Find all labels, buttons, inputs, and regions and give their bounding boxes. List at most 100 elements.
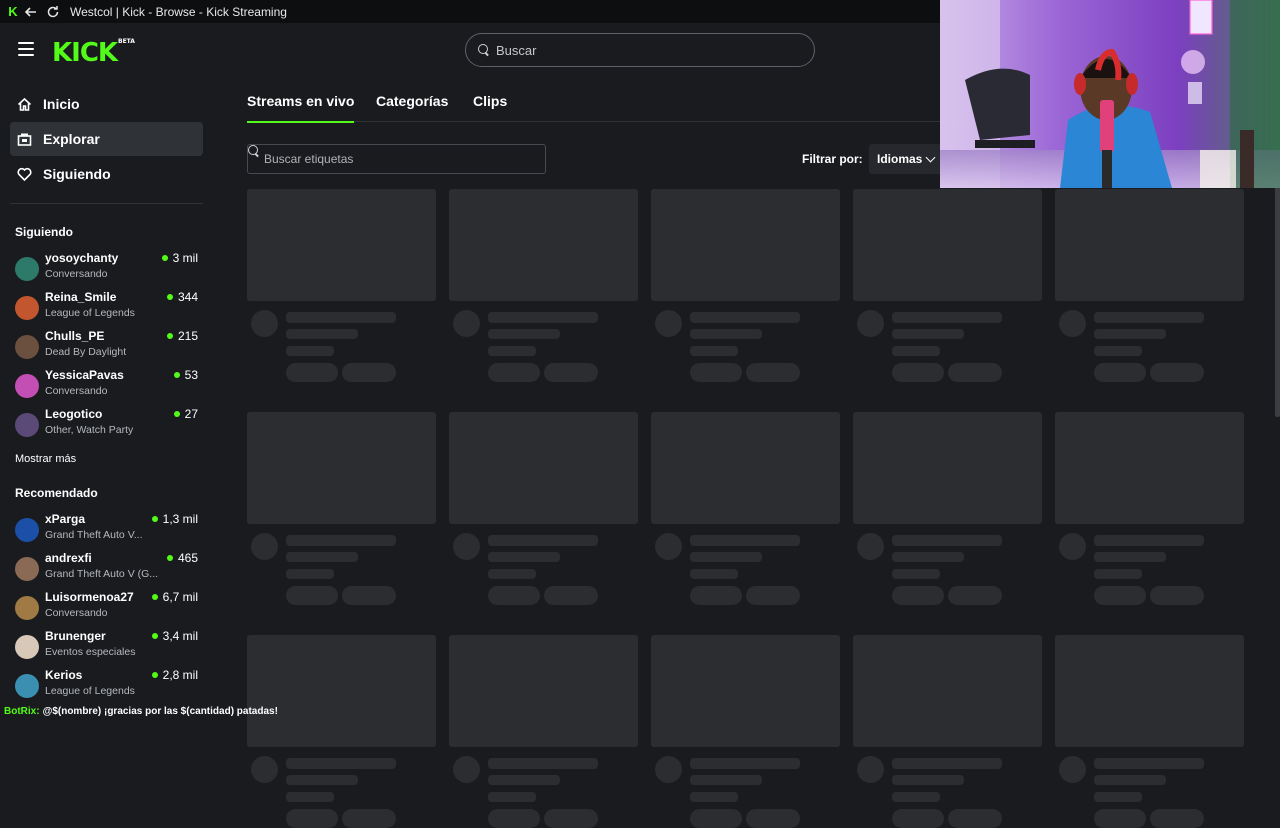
tag-search[interactable] — [247, 144, 546, 174]
skeleton-line — [286, 758, 396, 769]
stream-card-skeleton[interactable] — [247, 412, 436, 605]
skeleton-tag — [342, 363, 396, 382]
recommended-channel-item[interactable]: Kerios League of Legends 2,8 mil — [15, 668, 205, 704]
search-input[interactable] — [496, 42, 796, 58]
skeleton-line — [488, 758, 598, 769]
skeleton-tag — [1150, 586, 1204, 605]
menu-icon[interactable] — [18, 42, 34, 56]
live-dot-icon — [151, 672, 158, 678]
stream-thumbnail — [853, 635, 1042, 747]
skeleton-line — [892, 569, 940, 579]
skeleton-line — [286, 346, 334, 356]
stream-card-skeleton[interactable] — [449, 189, 638, 382]
following-channel-item[interactable]: Leogotico Other, Watch Party 27 — [15, 407, 205, 443]
stream-card-skeleton[interactable] — [651, 412, 840, 605]
stream-card-skeleton[interactable] — [1055, 635, 1244, 828]
skeleton-tag — [948, 363, 1002, 382]
chat-username: BotRix: — [4, 706, 40, 717]
viewer-count: 27 — [173, 407, 198, 421]
recommended-channel-item[interactable]: Luisormenoa27 Conversando 6,7 mil — [15, 590, 205, 626]
avatar — [15, 413, 39, 437]
skeleton-line — [892, 312, 1002, 323]
tag-search-input[interactable] — [264, 152, 524, 166]
skeleton-tag — [286, 363, 338, 382]
skeleton-tag — [892, 809, 944, 828]
sidebar-divider — [10, 203, 203, 204]
stream-card-skeleton[interactable] — [449, 412, 638, 605]
channel-name: Chulls_PE — [45, 329, 105, 343]
stream-card-skeleton[interactable] — [853, 189, 1042, 382]
nav-label: Siguiendo — [43, 166, 111, 182]
viewer-count-value: 3,4 mil — [162, 629, 198, 643]
filter-value: Idiomas — [877, 152, 923, 166]
home-icon — [16, 96, 32, 112]
avatar — [15, 518, 39, 542]
following-channel-item[interactable]: YessicaPavas Conversando 53 — [15, 368, 205, 404]
tab-clips[interactable]: Clips — [473, 93, 507, 121]
stream-thumbnail — [651, 412, 840, 524]
skeleton-avatar — [655, 310, 682, 337]
tab-categorias[interactable]: Categorías — [376, 93, 448, 121]
search-icon — [478, 44, 490, 56]
skeleton-tag — [488, 363, 540, 382]
skeleton-tag — [1150, 363, 1204, 382]
stream-card-skeleton[interactable] — [853, 635, 1042, 828]
stream-card-skeleton[interactable] — [1055, 189, 1244, 382]
skeleton-line — [892, 535, 1002, 546]
viewer-count-value: 53 — [184, 368, 198, 382]
viewer-count: 6,7 mil — [151, 590, 198, 604]
back-arrow-icon[interactable] — [20, 1, 42, 23]
stream-card-skeleton[interactable] — [651, 189, 840, 382]
skeleton-line — [488, 569, 536, 579]
stream-card-skeleton[interactable] — [651, 635, 840, 828]
avatar — [15, 596, 39, 620]
stream-card-skeleton[interactable] — [1055, 412, 1244, 605]
show-more-link[interactable]: Mostrar más — [15, 453, 76, 465]
channel-category: Conversando — [45, 385, 108, 397]
following-channel-item[interactable]: Chulls_PE Dead By Daylight 215 — [15, 329, 205, 365]
sidebar-item-inicio[interactable]: Inicio — [10, 87, 203, 121]
skeleton-line — [488, 346, 536, 356]
recommended-channel-item[interactable]: andrexfi Grand Theft Auto V (G... 465 — [15, 551, 205, 587]
skeleton-tag — [1094, 809, 1146, 828]
stream-card-skeleton[interactable] — [247, 189, 436, 382]
global-search[interactable] — [465, 33, 815, 67]
nav-label: Inicio — [43, 96, 80, 112]
kick-favicon-icon: K — [8, 3, 18, 19]
beta-badge: BETA — [118, 38, 135, 45]
following-channel-item[interactable]: yosoychanty Conversando 3 mil — [15, 251, 205, 287]
skeleton-line — [286, 312, 396, 323]
viewer-count: 215 — [166, 329, 198, 343]
skeleton-line — [286, 535, 396, 546]
skeleton-line — [1094, 535, 1204, 546]
channel-name: xParga — [45, 512, 86, 526]
skeleton-line — [286, 552, 358, 562]
chat-message: @$(nombre) ¡gracias por las $(cantidad) … — [42, 706, 278, 717]
stream-card-skeleton[interactable] — [247, 635, 436, 828]
sidebar-item-explorar[interactable]: Explorar — [10, 122, 203, 156]
viewer-count-value: 3 mil — [172, 251, 198, 265]
following-channel-item[interactable]: Reina_Smile League of Legends 344 — [15, 290, 205, 326]
viewer-count-value: 2,8 mil — [162, 668, 198, 682]
skeleton-tag — [948, 586, 1002, 605]
kick-logo[interactable]: KICK BETA — [52, 38, 135, 68]
sidebar-item-siguiendo[interactable]: Siguiendo — [10, 157, 203, 191]
stream-card-skeleton[interactable] — [449, 635, 638, 828]
reload-icon[interactable] — [42, 1, 64, 23]
viewer-count: 3 mil — [161, 251, 198, 265]
skeleton-avatar — [251, 756, 278, 783]
live-dot-icon — [151, 516, 158, 522]
viewer-count: 53 — [173, 368, 198, 382]
skeleton-avatar — [251, 533, 278, 560]
skeleton-line — [1094, 312, 1204, 323]
viewer-count-value: 27 — [184, 407, 198, 421]
viewer-count: 465 — [166, 551, 198, 565]
skeleton-line — [488, 792, 536, 802]
viewer-count-value: 344 — [177, 290, 198, 304]
live-dot-icon — [151, 594, 158, 600]
skeleton-avatar — [655, 756, 682, 783]
recommended-channel-item[interactable]: xParga Grand Theft Auto V... 1,3 mil — [15, 512, 205, 548]
tab-streams-en-vivo[interactable]: Streams en vivo — [247, 93, 355, 123]
stream-card-skeleton[interactable] — [853, 412, 1042, 605]
recommended-channel-item[interactable]: Brunenger Eventos especiales 3,4 mil — [15, 629, 205, 665]
